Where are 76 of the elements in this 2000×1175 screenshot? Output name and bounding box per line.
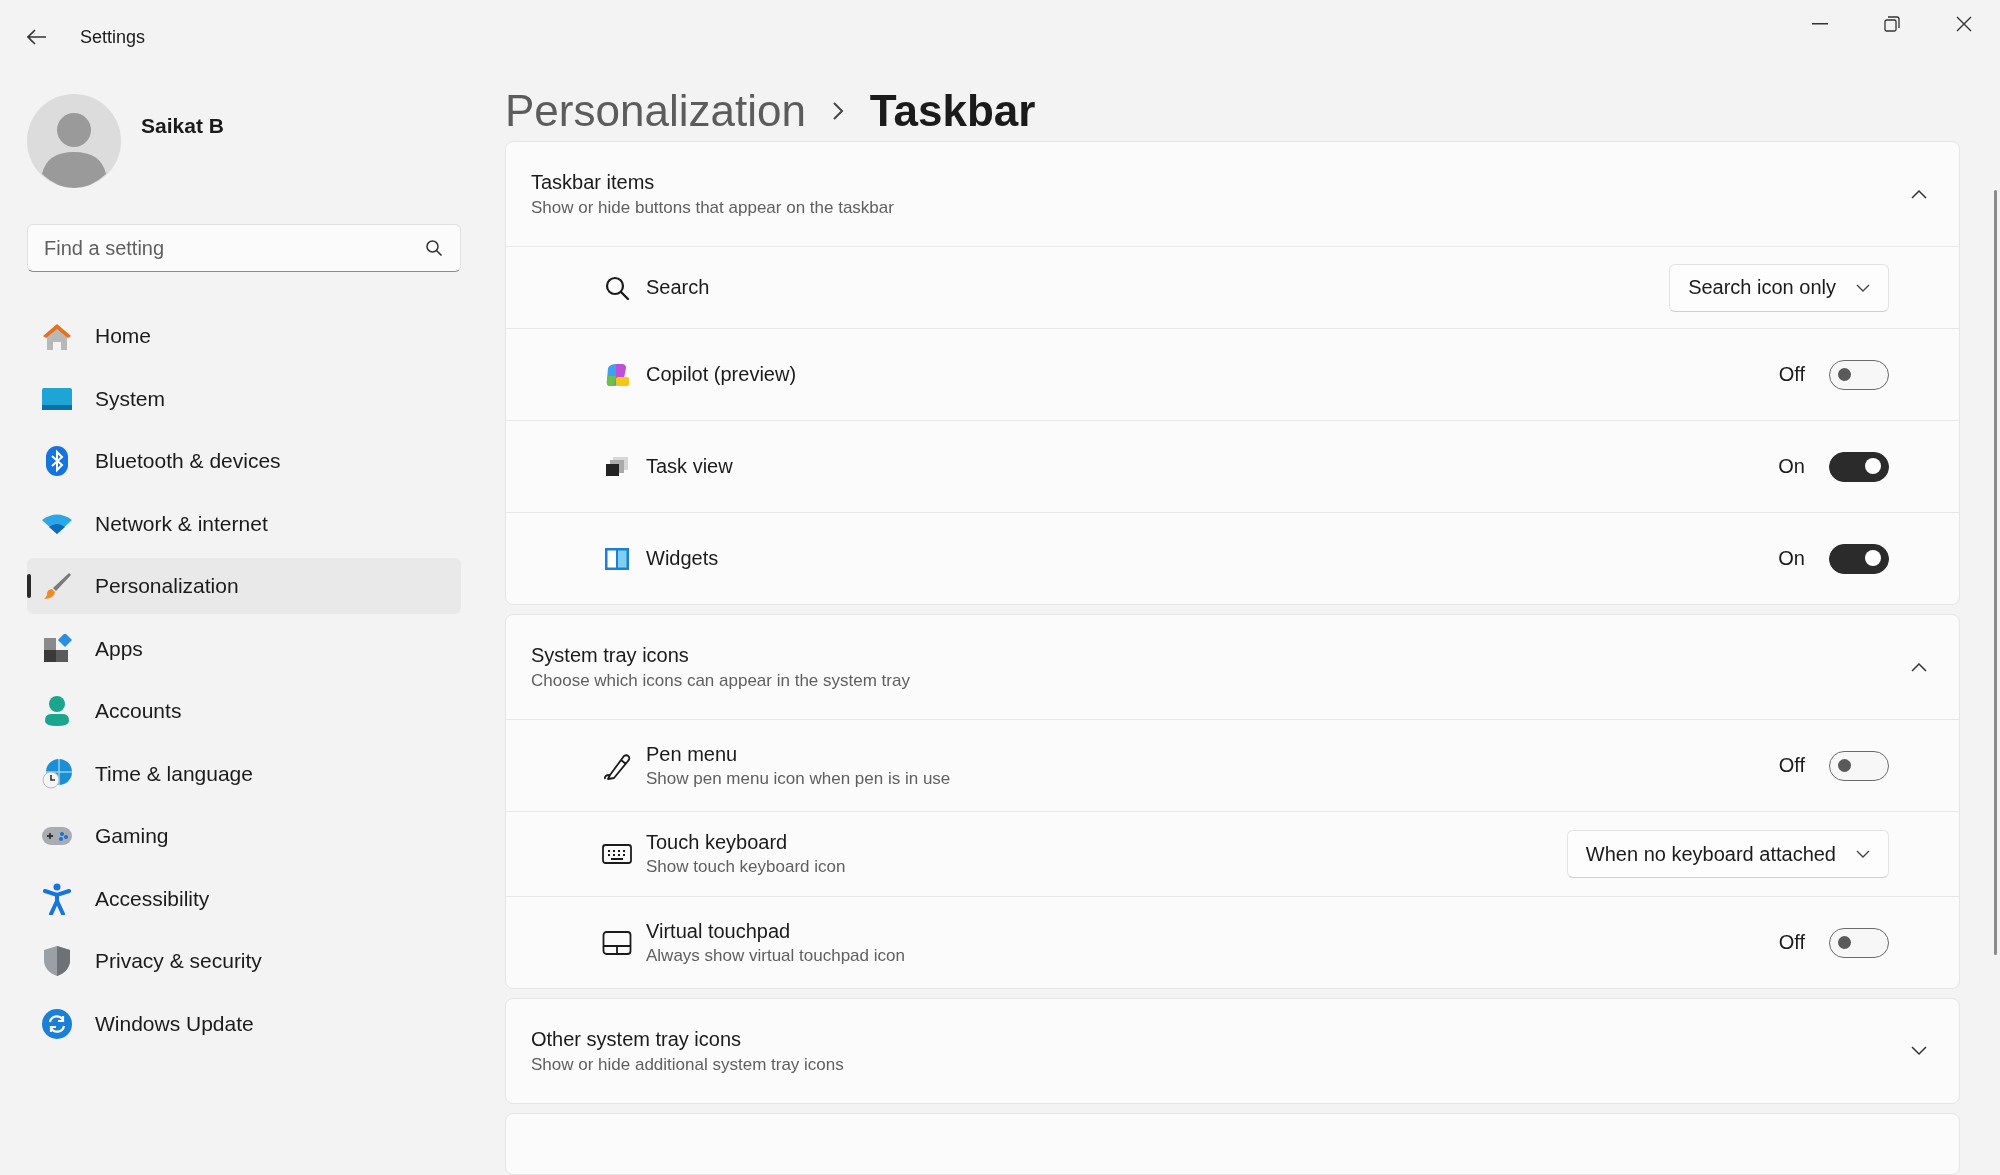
- setting-description: Show touch keyboard icon: [646, 857, 847, 877]
- dropdown[interactable]: Search icon only: [1669, 263, 1889, 312]
- widgets-icon: [604, 546, 630, 571]
- section-title: Taskbar items: [531, 170, 656, 194]
- close-icon: [1956, 16, 1972, 32]
- nav-item[interactable]: Gaming: [27, 808, 461, 864]
- chevron-icon: [1911, 1046, 1927, 1056]
- toggle-switch[interactable]: [1829, 543, 1889, 574]
- scrollbar[interactable]: [1994, 190, 1997, 955]
- window-title: Settings: [80, 26, 146, 48]
- setting-label: Touch keyboard: [646, 831, 789, 854]
- setting-label: Pen menu: [646, 742, 739, 766]
- globe-clock-icon: [41, 757, 73, 790]
- selection-indicator: [27, 574, 31, 598]
- setting-label: Virtual touchpad: [646, 919, 792, 943]
- chevron-down-icon: [1856, 283, 1870, 292]
- chevron-down-icon: [1856, 850, 1870, 858]
- toggle-state-label: Off: [1778, 931, 1805, 954]
- nav-item[interactable]: Bluetooth & devices: [27, 433, 461, 489]
- paintbrush-icon: [42, 571, 72, 601]
- keyboard-icon: [602, 843, 632, 865]
- nav-item[interactable]: Home: [27, 308, 461, 364]
- nav-item[interactable]: Apps: [27, 620, 461, 677]
- nav-item[interactable]: Accessibility: [27, 870, 461, 927]
- shield-icon: [43, 945, 71, 977]
- page-title: Taskbar: [869, 85, 1036, 136]
- toggle-state-label: On: [1778, 455, 1805, 478]
- copilot-icon: [604, 361, 630, 388]
- nav-item[interactable]: System: [27, 370, 461, 427]
- bluetooth-icon: [45, 445, 69, 477]
- house-icon: [41, 321, 73, 351]
- search-icon: [604, 274, 630, 301]
- chevron-right-icon: [831, 100, 844, 121]
- dropdown[interactable]: When no keyboard attached: [1566, 830, 1889, 878]
- apps-icon: [42, 633, 72, 664]
- setting-label: Copilot (preview): [646, 363, 798, 386]
- nav-item[interactable]: Personalization: [27, 558, 461, 614]
- section-subtitle: Choose which icons can appear in the system tray: [531, 670, 911, 691]
- nav-item[interactable]: Windows Update: [27, 995, 461, 1052]
- monitor-icon: [41, 386, 73, 411]
- nav-item[interactable]: Privacy & security: [27, 933, 461, 989]
- toggle-state-label: Off: [1778, 363, 1805, 386]
- minimize-icon: [1812, 23, 1828, 25]
- search-field[interactable]: Find a setting: [27, 224, 461, 272]
- toggle-switch[interactable]: [1829, 927, 1889, 958]
- setting-label: Search: [646, 276, 711, 299]
- sync-icon: [41, 1007, 73, 1040]
- wifi-icon: [41, 512, 73, 535]
- section-title: Other system tray icons: [531, 1027, 743, 1051]
- setting-label: Task view: [646, 455, 734, 478]
- setting-label: Widgets: [646, 547, 720, 570]
- chevron-icon: [1911, 189, 1927, 199]
- accessibility-icon: [43, 882, 71, 915]
- toggle-switch[interactable]: [1829, 451, 1889, 482]
- section-title: System tray icons: [531, 643, 690, 667]
- search-icon: [425, 239, 443, 257]
- chevron-icon: [1911, 662, 1927, 672]
- section-subtitle: Show or hide buttons that appear on the taskbar: [531, 197, 895, 218]
- toggle-switch[interactable]: [1829, 359, 1889, 390]
- setting-description: Show pen menu icon when pen is in use: [646, 768, 952, 789]
- gamepad-icon: [41, 825, 73, 847]
- breadcrumb-link[interactable]: Personalization: [505, 85, 806, 136]
- user-name: Saikat B: [141, 114, 224, 138]
- back-arrow-icon: [27, 29, 47, 45]
- restore-icon: [1884, 16, 1900, 32]
- nav-item[interactable]: Time & language: [27, 745, 461, 802]
- stacked-windows-icon: [604, 455, 630, 478]
- toggle-state-label: On: [1778, 547, 1805, 570]
- person-icon: [43, 695, 71, 727]
- section-subtitle: Show or hide additional system tray icons: [531, 1054, 845, 1075]
- touchpad-icon: [602, 929, 632, 956]
- toggle-state-label: Off: [1778, 754, 1805, 777]
- nav-item[interactable]: Network & internet: [27, 495, 461, 552]
- setting-description: Always show virtual touchpad icon: [646, 945, 906, 966]
- nav-item[interactable]: Accounts: [27, 683, 461, 739]
- toggle-switch[interactable]: [1829, 750, 1889, 781]
